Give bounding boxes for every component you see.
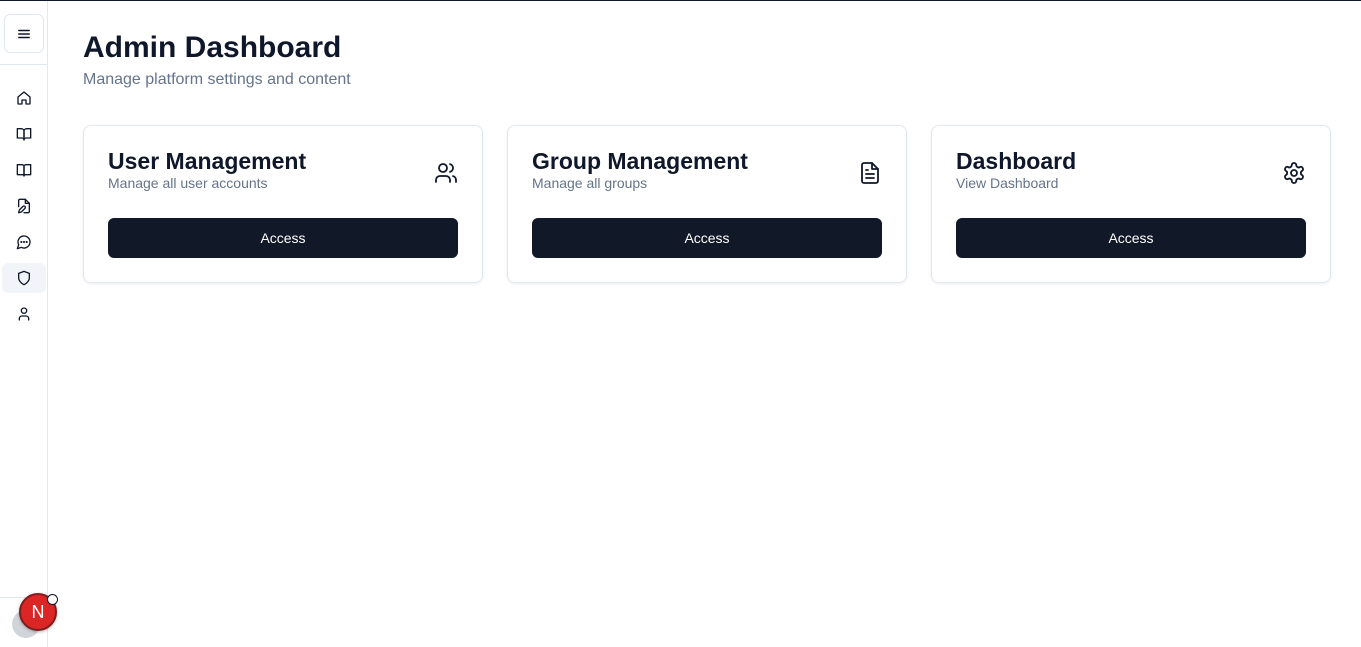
book-icon bbox=[16, 164, 32, 177]
page-title: Admin Dashboard bbox=[83, 31, 342, 64]
sidebar-nav bbox=[2, 83, 46, 335]
sidebar bbox=[0, 1, 48, 647]
book-open-icon bbox=[16, 127, 32, 141]
access-button[interactable]: Access bbox=[956, 218, 1306, 258]
menu-icon bbox=[18, 29, 30, 38]
card-user-management: User Management Manage all user accounts… bbox=[83, 125, 483, 283]
card-group-management: Group Management Manage all groups Acces… bbox=[507, 125, 907, 283]
file-edit-icon bbox=[18, 198, 30, 214]
card-description: Manage all user accounts bbox=[108, 175, 268, 191]
shield-icon bbox=[18, 270, 30, 286]
top-border-line bbox=[0, 0, 1361, 1]
settings-icon bbox=[1284, 162, 1304, 184]
sidebar-item-profile[interactable] bbox=[2, 299, 46, 329]
sidebar-item-edit[interactable] bbox=[2, 191, 46, 221]
page-subtitle: Manage platform settings and content bbox=[83, 71, 351, 88]
card-title: User Management bbox=[108, 148, 307, 174]
sidebar-item-home[interactable] bbox=[2, 83, 46, 113]
card-description: Manage all groups bbox=[532, 175, 648, 191]
users-icon bbox=[435, 163, 457, 183]
sidebar-item-messages[interactable] bbox=[2, 227, 46, 257]
card-description: View Dashboard bbox=[956, 175, 1059, 191]
access-button[interactable]: Access bbox=[108, 218, 458, 258]
sidebar-divider bbox=[0, 64, 47, 65]
status-indicator bbox=[47, 594, 58, 605]
menu-toggle-button[interactable] bbox=[4, 14, 44, 53]
user-icon bbox=[18, 307, 30, 321]
sidebar-item-courses[interactable] bbox=[2, 119, 46, 149]
sidebar-item-library[interactable] bbox=[2, 155, 46, 185]
card-dashboard: Dashboard View Dashboard Access bbox=[931, 125, 1331, 283]
card-title: Group Management bbox=[532, 148, 748, 174]
avatar-initial: N bbox=[31, 601, 45, 622]
card-title: Dashboard bbox=[956, 148, 1077, 174]
message-circle-icon bbox=[16, 235, 31, 250]
home-icon bbox=[17, 91, 31, 105]
file-text-icon bbox=[861, 162, 879, 184]
access-button[interactable]: Access bbox=[532, 218, 882, 258]
sidebar-item-admin[interactable] bbox=[2, 263, 46, 293]
